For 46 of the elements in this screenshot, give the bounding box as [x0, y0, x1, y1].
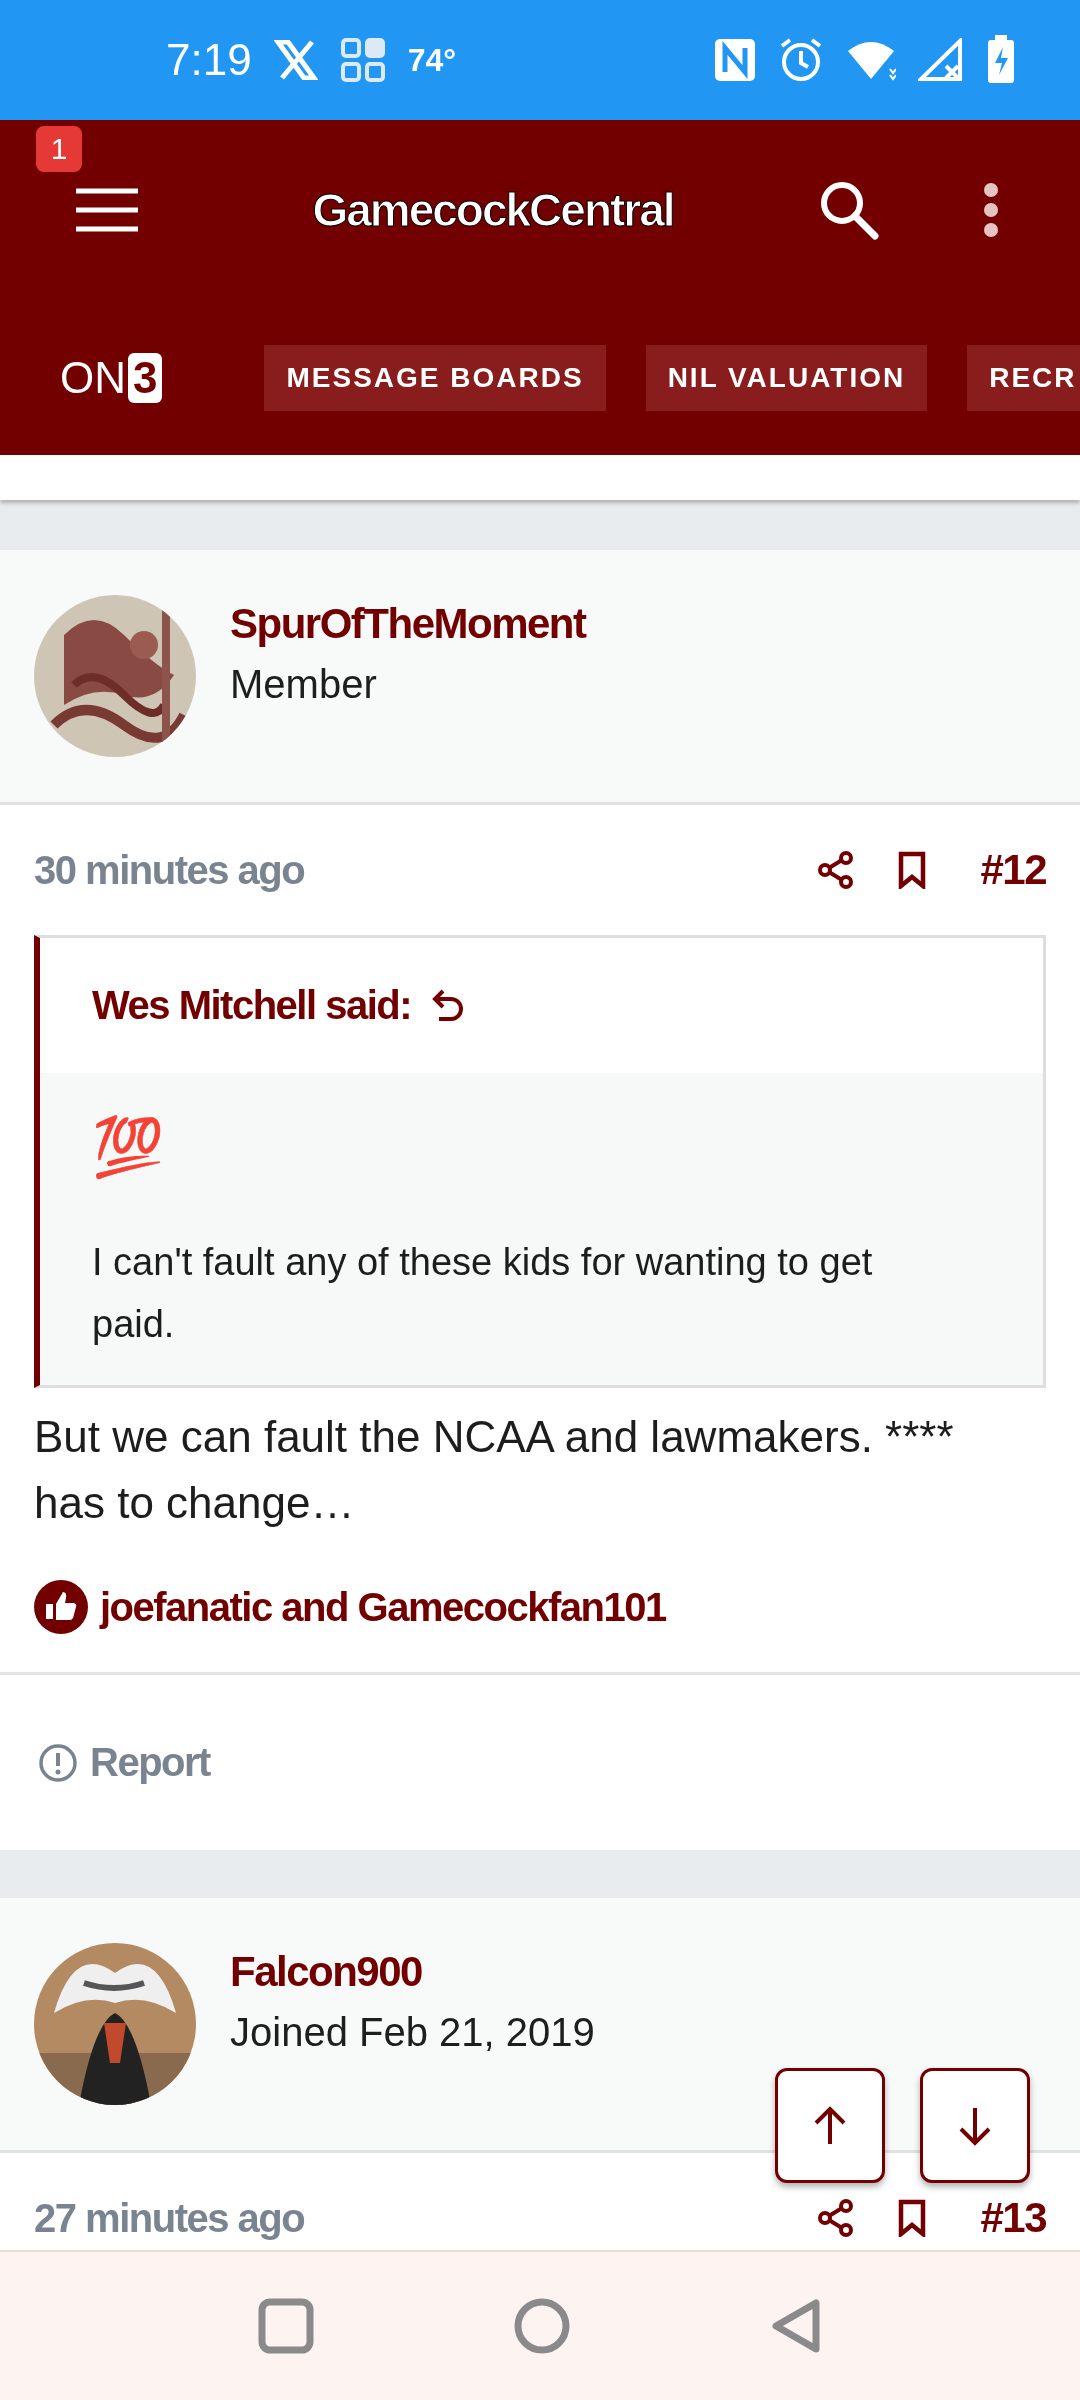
menu-icon[interactable] [76, 188, 138, 232]
report-button[interactable]: Report [38, 1740, 210, 1785]
author-name[interactable]: Falcon900 [230, 1948, 595, 1996]
arrow-down-icon [958, 2105, 992, 2146]
quote-attribution[interactable]: Wes Mitchell said: [92, 983, 411, 1028]
post-number[interactable]: #12 [980, 846, 1046, 894]
bookmark-icon[interactable] [898, 851, 927, 889]
brand-logo[interactable]: ON 3 [60, 352, 163, 403]
nfc-icon [714, 38, 756, 82]
search-icon[interactable] [818, 179, 880, 241]
status-time: 7:19 [166, 35, 252, 85]
post-time[interactable]: 30 minutes ago [34, 847, 305, 893]
nav-tab[interactable]: NIL VALUATION [645, 344, 928, 411]
quote-text: 💯 [92, 1113, 165, 1181]
wifi-icon [846, 39, 896, 81]
site-logo[interactable]: GamecockCentral [168, 183, 818, 237]
more-options-icon[interactable] [982, 182, 1000, 238]
nav-tab[interactable]: MESSAGE BOARDS [264, 344, 606, 411]
author-subtitle: Member [230, 662, 378, 707]
scroll-down-button[interactable] [920, 2068, 1030, 2183]
like-icon [34, 1580, 88, 1634]
arrow-up-icon [813, 2105, 847, 2146]
author-name[interactable]: SpurOfTheMoment [230, 600, 586, 648]
scroll-up-button[interactable] [775, 2068, 885, 2183]
share-icon[interactable] [818, 851, 855, 889]
share-icon[interactable] [818, 2199, 855, 2237]
post-number[interactable]: #13 [980, 2194, 1046, 2242]
notification-badge: 1 [36, 126, 82, 172]
home-icon[interactable] [514, 2298, 570, 2354]
nav-tab[interactable]: RECR [967, 344, 1080, 411]
author-subtitle: Joined Feb 21, 2019 [230, 2010, 595, 2055]
post-time[interactable]: 27 minutes ago [34, 2195, 305, 2241]
back-icon[interactable] [770, 2298, 822, 2354]
signal-icon [918, 38, 964, 82]
recents-icon[interactable] [258, 2298, 314, 2354]
alarm-icon [778, 37, 824, 83]
post-text: But we can fault the NCAA and lawmakers. **** has to change… [34, 1411, 955, 1529]
battery-charging-icon [986, 35, 1016, 85]
quote-text: I can't fault any of these kids for wanting to get paid. [92, 1240, 874, 1347]
reaction-names[interactable]: joefanatic and Gamecockfan101 [100, 1584, 666, 1630]
reply-arrow-icon[interactable] [431, 987, 465, 1024]
x-icon [273, 40, 318, 80]
info-icon [38, 1742, 78, 1783]
temperature-text: 74° [407, 41, 457, 79]
widgets-icon [339, 37, 386, 83]
bookmark-icon[interactable] [898, 2199, 927, 2237]
